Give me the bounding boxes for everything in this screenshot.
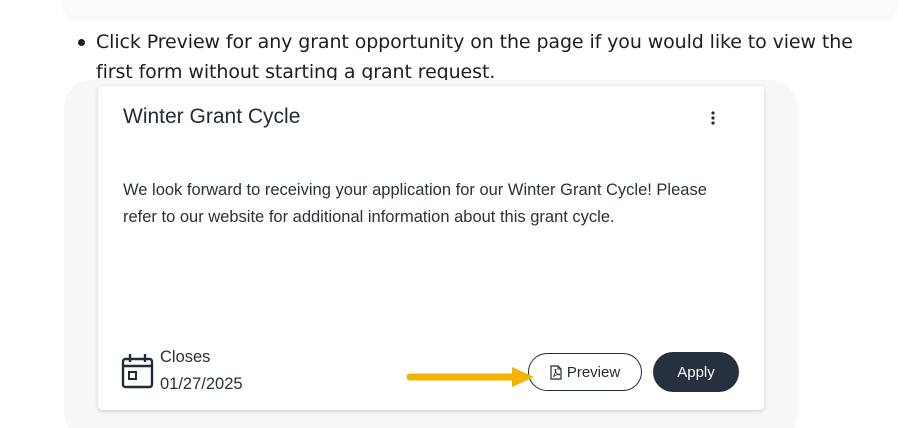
page: Click Preview for any grant opportunity … [0,0,903,428]
card-title: Winter Grant Cycle [123,105,301,128]
closes-label: Closes [160,348,211,366]
apply-button-label: Apply [677,363,715,381]
calendar-icon [121,354,154,389]
preview-button-label: Preview [566,363,621,381]
apply-button[interactable]: Apply [653,352,739,392]
previous-screenshot-remnant [64,0,896,16]
pdf-file-icon [550,364,562,380]
closes-date: 01/27/2025 [160,375,243,393]
arrow-right-icon [406,367,534,387]
grant-opportunity-card: Winter Grant Cycle We look forward to re… [98,86,764,410]
preview-button[interactable]: Preview [528,353,642,391]
bullet-dot [78,39,85,46]
card-description: We look forward to receiving your applic… [123,181,707,226]
instruction-text: Click Preview for any grant opportunity … [96,31,853,83]
vertical-ellipsis-icon[interactable] [706,110,720,128]
